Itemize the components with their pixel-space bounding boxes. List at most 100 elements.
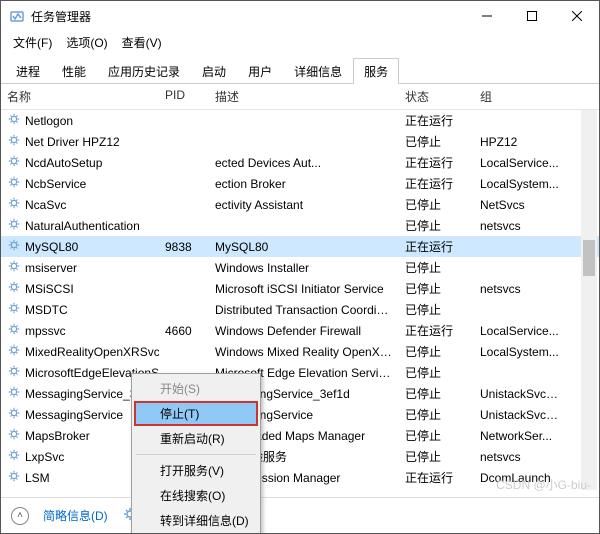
header-status[interactable]: 状态 xyxy=(399,84,474,109)
svc-pid xyxy=(159,138,209,146)
ctx-restart[interactable]: 重新启动(R) xyxy=(134,426,258,451)
table-row[interactable]: MessagingService_3ef1dMessagingService_3… xyxy=(1,383,599,404)
gear-icon xyxy=(7,343,21,360)
gear-icon xyxy=(7,448,21,465)
scrollbar-thumb[interactable] xyxy=(583,240,595,276)
table-row[interactable]: NcaSvcectivity Assistant已停止NetSvcs xyxy=(1,194,599,215)
svc-desc: Windows Defender Firewall xyxy=(209,320,399,342)
menu-file[interactable]: 文件(F) xyxy=(7,32,58,53)
header-pid[interactable]: PID xyxy=(159,84,209,109)
table-row[interactable]: MSDTCDistributed Transaction Coordina...… xyxy=(1,299,599,320)
ctx-goto-details[interactable]: 转到详细信息(D) xyxy=(134,508,258,533)
svc-status: 正在运行 xyxy=(399,486,474,490)
svc-group: NetSvcs xyxy=(474,194,569,216)
table-row[interactable]: MySQL809838MySQL80正在运行 xyxy=(1,236,599,257)
gear-icon xyxy=(7,259,21,276)
svc-group: netsvcs xyxy=(474,278,569,300)
svc-group xyxy=(474,264,569,272)
gear-icon xyxy=(7,322,21,339)
tab-6[interactable]: 服务 xyxy=(353,58,399,84)
ctx-search-online[interactable]: 在线搜索(O) xyxy=(134,483,258,508)
svc-desc xyxy=(209,138,399,146)
gear-icon xyxy=(7,238,21,255)
svc-group xyxy=(474,117,569,125)
svc-group: netsvcs xyxy=(474,446,569,468)
svc-name: MySQL80 xyxy=(25,240,78,254)
svc-group xyxy=(474,306,569,314)
gear-icon xyxy=(7,469,21,486)
footer: ˄ 简略信息(D) 打开服务 xyxy=(1,497,599,533)
gear-icon xyxy=(7,364,21,381)
ctx-start: 开始(S) xyxy=(134,376,258,401)
header-group[interactable]: 组 xyxy=(474,84,569,109)
svc-group: LocalSystem... xyxy=(474,173,569,195)
gear-icon xyxy=(7,175,21,192)
svc-desc: MySQL80 xyxy=(209,236,399,258)
table-row[interactable]: NcbServiceection Broker正在运行LocalSystem..… xyxy=(1,173,599,194)
menubar: 文件(F) 选项(O) 查看(V) xyxy=(1,31,599,53)
window-title: 任务管理器 xyxy=(31,8,464,25)
svc-group: LocalSystem... xyxy=(474,341,569,363)
svc-pid xyxy=(159,348,209,356)
table-row[interactable]: LxpSvc语言体验服务已停止netsvcs xyxy=(1,446,599,467)
svc-desc: ected Devices Aut... xyxy=(209,152,399,174)
ctx-open-services[interactable]: 打开服务(V) xyxy=(134,458,258,483)
svc-pid xyxy=(159,306,209,314)
header-name[interactable]: 名称 xyxy=(1,84,159,109)
menu-options[interactable]: 选项(O) xyxy=(60,32,113,53)
svc-name: NcbService xyxy=(25,177,86,191)
table-row[interactable]: Netlogon正在运行 xyxy=(1,110,599,131)
table-row[interactable]: msiserverWindows Installer已停止 xyxy=(1,257,599,278)
gear-icon xyxy=(7,406,21,423)
task-manager-window: 任务管理器 文件(F) 选项(O) 查看(V) 进程性能应用历史记录启动用户详细… xyxy=(0,0,600,534)
table-row[interactable]: mpssvc4660Windows Defender Firewall正在运行L… xyxy=(1,320,599,341)
gear-icon xyxy=(7,427,21,444)
table-row[interactable]: MSiSCSIMicrosoft iSCSI Initiator Service… xyxy=(1,278,599,299)
svc-group: NetworkSer... xyxy=(474,425,569,447)
ctx-stop[interactable]: 停止(T) xyxy=(134,401,258,426)
table-row[interactable]: MessagingServiceMessagingService已停止Unist… xyxy=(1,404,599,425)
svc-name: NcaSvc xyxy=(25,198,66,212)
svc-desc: Windows Installer xyxy=(209,257,399,279)
svc-desc: ectivity Assistant xyxy=(209,194,399,216)
menu-view[interactable]: 查看(V) xyxy=(116,32,168,53)
table-row[interactable]: MapsBrokerDownloaded Maps Manager已停止Netw… xyxy=(1,425,599,446)
gear-icon xyxy=(7,217,21,234)
svc-group xyxy=(474,243,569,251)
gear-icon xyxy=(7,301,21,318)
close-button[interactable] xyxy=(554,1,599,31)
expand-chevron-icon[interactable]: ˄ xyxy=(11,507,29,525)
svc-pid xyxy=(159,117,209,125)
tab-5[interactable]: 详细信息 xyxy=(283,58,353,84)
gear-icon xyxy=(7,133,21,150)
minimize-button[interactable] xyxy=(464,1,509,31)
svc-group: netsvcs xyxy=(474,215,569,237)
table-row[interactable]: MixedRealityOpenXRSvcWindows Mixed Reali… xyxy=(1,341,599,362)
svc-name: Netlogon xyxy=(25,114,73,128)
tab-0[interactable]: 进程 xyxy=(5,58,51,84)
svc-desc xyxy=(209,222,399,230)
svc-pid xyxy=(159,180,209,188)
table-row[interactable]: MicrosoftEdgeElevationS...Microsoft Edge… xyxy=(1,362,599,383)
header-desc[interactable]: 描述 xyxy=(209,84,399,109)
svc-pid xyxy=(159,264,209,272)
tab-4[interactable]: 用户 xyxy=(237,58,283,84)
svc-name: mpssvc xyxy=(25,324,66,338)
svc-pid xyxy=(159,159,209,167)
gear-icon xyxy=(7,196,21,213)
tab-strip: 进程性能应用历史记录启动用户详细信息服务 xyxy=(1,53,599,84)
svc-group: HPZ12 xyxy=(474,131,569,153)
tab-2[interactable]: 应用历史记录 xyxy=(97,58,191,84)
tab-3[interactable]: 启动 xyxy=(191,58,237,84)
maximize-button[interactable] xyxy=(509,1,554,31)
svc-name: MessagingService xyxy=(25,408,123,422)
gear-icon xyxy=(7,112,21,129)
scrollbar[interactable] xyxy=(581,110,597,490)
table-row[interactable]: NcdAutoSetupected Devices Aut...正在运行Loca… xyxy=(1,152,599,173)
table-row[interactable]: Net Driver HPZ12已停止HPZ12 xyxy=(1,131,599,152)
brief-info-link[interactable]: 简略信息(D) xyxy=(43,507,108,524)
svc-name: NcdAutoSetup xyxy=(25,156,102,170)
table-row[interactable]: NaturalAuthentication已停止netsvcs xyxy=(1,215,599,236)
svc-name: NaturalAuthentication xyxy=(25,219,140,233)
tab-1[interactable]: 性能 xyxy=(51,58,97,84)
